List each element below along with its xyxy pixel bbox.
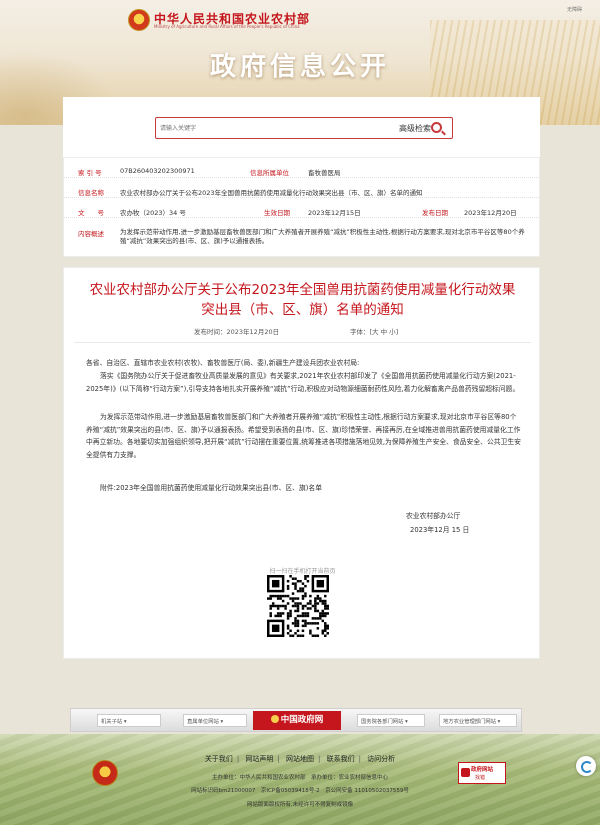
salutation: 各省、自治区、直辖市农业农村(农牧)、畜牧兽医厅(局、委),新疆生产建设兵团农业… [86,359,360,367]
banner-title: 政府信息公开 [209,52,390,82]
footer-copyright: 网站版面版权所有,未经许可不得复制或镜像 [246,802,354,808]
affiliate-select[interactable]: 直属单位网站 ▾ [183,714,247,727]
search-icon[interactable] [430,121,446,137]
local-dept-select-label: 地方农业管理部门网站 [443,719,496,725]
meta-row: 信息名称 农业农村部办公厅关于公布2023年全国兽用抗菌药使用减量化行动效果突出… [64,182,539,198]
subsite-select[interactable]: 机关子站 ▾ [97,714,161,727]
party-emblem-icon[interactable] [92,760,118,786]
effective-date-label: 生效日期 [264,209,290,217]
search-input[interactable] [160,122,420,134]
site-footer: 关于我们 | 网站声明 | 网站地图 | 联系我们 | 访问分析 主办单位：中华人民共和… [0,734,600,825]
local-dept-select[interactable]: 地方农业管理部门网站 ▾ [439,714,517,727]
gov-emblem-icon [270,715,279,723]
qr-caption: 扫一扫在手机打开当前页 [269,568,336,575]
publish-date-label: 发布日期 [422,209,448,217]
signer: 农业农村部办公厅 [406,512,461,520]
national-emblem-icon[interactable] [128,9,150,31]
meta-row: 内容概述 为发挥示范带动作用,进一步激励基层畜牧兽医部门和广大养殖者开展养殖“减… [64,222,539,252]
footer-link-contact[interactable]: 联系我们 [327,755,355,763]
barrier-free-link[interactable]: 无障碍 [567,6,582,13]
article-date: 发布时间：2023年12月20日 [194,328,280,336]
advanced-search-link[interactable]: 高级检索 [399,123,431,134]
accessibility-float-icon[interactable] [576,756,596,776]
site-subtitle: Ministry of Agriculture and Rural Affair… [154,24,300,29]
footer-links: 关于我们 | 网站声明 | 网站地图 | 联系我们 | 访问分析 [204,755,396,763]
error-report-title: 政府网站 [471,767,494,773]
dept-label: 信息所属单位 [250,169,289,177]
footer-link-about[interactable]: 关于我们 [205,755,233,763]
footer-link-statement[interactable]: 网站声明 [245,755,273,763]
meta-row: 文 号 农办牧（2023）34 号 生效日期 2023年12月15日 发布日期 … [64,202,539,218]
sign-date: 2023年12月 15 日 [410,526,470,534]
info-metadata-table: 索 引 号 07B260403202300971 信息所属单位 畜牧兽医局 信息… [63,157,540,257]
error-report-subtitle: 找错 [475,775,486,781]
doc-number-label: 文 号 [78,209,104,217]
state-council-select-label: 国务院各部门网站 [361,719,404,725]
affiliate-select-label: 直属单位网站 [187,719,219,725]
font-size-switcher[interactable]: 字体：[大 中 小] [350,326,398,336]
gov-error-report-button[interactable]: 政府网站 找错 [458,762,506,784]
footer-link-sitemap[interactable]: 网站地图 [286,755,314,763]
error-report-icon [461,768,470,777]
effective-date-value: 2023年12月15日 [308,209,361,217]
paragraph: 落实《国务院办公厅关于促进畜牧业高质量发展的意见》有关要求,2021年农业农村部… [86,372,520,393]
article-title: 农业农村部办公厅关于公布2023年全国兽用抗菌药使用减量化行动效果突出县（市、区… [89,282,516,318]
article-panel: 农业农村部办公厅关于公布2023年全国兽用抗菌药使用减量化行动效果突出县（市、区… [63,267,540,659]
related-links-bar: 机关子站 ▾ 直属单位网站 ▾ 中国政府网 国务院各部门网站 ▾ 地方农业管理部… [70,708,522,732]
gov-cn-link[interactable]: 中国政府网 [253,711,341,730]
state-council-select[interactable]: 国务院各部门网站 ▾ [357,714,425,727]
summary-value: 为发挥示范带动作用,进一步激励基层畜牧兽医部门和广大养殖者开展养殖“减抗”积极性… [120,228,525,245]
name-value: 农业农村部办公厅关于公布2023年全国兽用抗菌药使用减量化行动效果突出县（市、区… [120,189,423,197]
qr-code [267,575,329,637]
index-label: 索 引 号 [78,169,102,177]
divider [74,342,531,343]
gov-cn-label: 中国政府网 [280,715,324,725]
publish-date-value: 2023年12月20日 [464,209,517,217]
name-label: 信息名称 [78,189,104,197]
subsite-select-label: 机关子站 [101,719,123,725]
summary-label: 内容概述 [78,230,104,238]
footer-host: 主办单位：中华人民共和国农业农村部 承办单位：农业农村部信息中心 [211,775,388,781]
doc-number-value: 农办牧（2023）34 号 [120,209,186,217]
search-section: 高级检索 [63,97,540,157]
paragraph: 为发挥示范带动作用,进一步激励基层畜牧兽医部门和广大养殖者开展养殖“减抗”积极性… [86,413,521,459]
meta-row: 索 引 号 07B260403202300971 信息所属单位 畜牧兽医局 [64,162,539,178]
index-value: 07B260403202300971 [120,167,195,175]
footer-link-analytics[interactable]: 访问分析 [367,755,395,763]
attachment-link[interactable]: 附件:2023年全国兽用抗菌药使用减量化行动效果突出县(市、区、旗)名单 [86,482,521,495]
footer-icp[interactable]: 网站标识码bm21000007 京ICP备05039418号-2 京公网安备 1… [0,786,600,794]
dept-value: 畜牧兽医局 [308,169,341,177]
